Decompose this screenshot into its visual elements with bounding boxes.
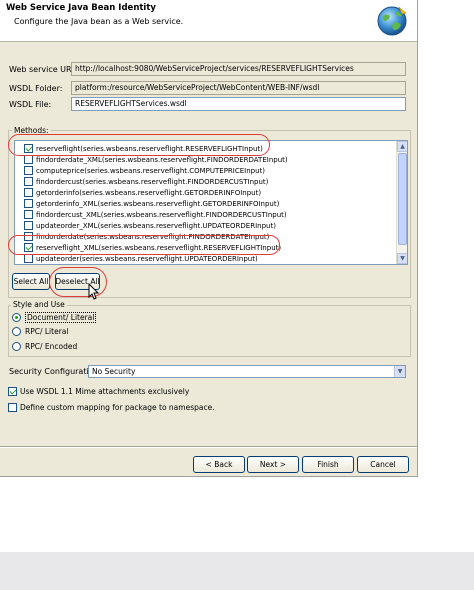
- method-label: getorderinfo_XML(series.wsbeans.reservef…: [36, 199, 280, 208]
- security-configuration-label: Security Configuration: [9, 367, 99, 376]
- scroll-down-icon[interactable]: ▼: [397, 253, 407, 264]
- list-item[interactable]: updateorder_XML(series.wsbeans.reservefl…: [24, 220, 276, 231]
- checkbox-icon[interactable]: [24, 144, 33, 153]
- checkbox-icon[interactable]: [24, 166, 33, 175]
- next-button[interactable]: Next >: [247, 456, 299, 473]
- scroll-thumb[interactable]: [398, 153, 407, 245]
- list-item[interactable]: updateorder(series.wsbeans.reserveflight…: [24, 253, 258, 264]
- button-separator: [0, 446, 417, 448]
- style-and-use-label: Style and Use: [11, 300, 67, 309]
- method-label: updateorder(series.wsbeans.reserveflight…: [36, 254, 258, 263]
- wsdl-file-input[interactable]: RESERVEFLIGHTServices.wsdl: [71, 97, 406, 111]
- methods-label: Methods:: [12, 126, 51, 135]
- methods-scrollbar[interactable]: ▲ ▼: [396, 141, 407, 264]
- cancel-button[interactable]: Cancel: [357, 456, 409, 473]
- method-label: findordercust(series.wsbeans.reserveflig…: [36, 177, 269, 186]
- custom-mapping-label: Define custom mapping for package to nam…: [20, 403, 215, 412]
- list-item[interactable]: findorderdate_XML(series.wsbeans.reserve…: [24, 154, 288, 165]
- methods-list[interactable]: reserveflight(series.wsbeans.reserveflig…: [14, 140, 408, 265]
- radio-document-literal[interactable]: Document/ Literal: [12, 312, 97, 323]
- checkbox-icon[interactable]: [24, 243, 33, 252]
- wsdl-file-label: WSDL File:: [9, 100, 52, 109]
- web-service-uri-field: http://localhost:9080/WebServiceProject/…: [71, 62, 406, 76]
- checkbox-icon[interactable]: [24, 210, 33, 219]
- method-label: reserveflight_XML(series.wsbeans.reserve…: [36, 243, 282, 252]
- list-item[interactable]: computeprice(series.wsbeans.reservefligh…: [24, 165, 265, 176]
- checkbox-icon[interactable]: [24, 188, 33, 197]
- web-service-globe-icon: [377, 6, 407, 36]
- list-item[interactable]: reserveflight_XML(series.wsbeans.reserve…: [24, 242, 281, 253]
- checkbox-icon[interactable]: [24, 199, 33, 208]
- radio-button-icon: [12, 327, 21, 336]
- list-item[interactable]: findordercust(series.wsbeans.reserveflig…: [24, 176, 268, 187]
- list-item[interactable]: findordercust_XML(series.wsbeans.reserve…: [24, 209, 287, 220]
- list-item[interactable]: findorderdate(series.wsbeans.reserveflig…: [24, 231, 269, 242]
- select-all-button[interactable]: Select All: [12, 273, 50, 290]
- radio-rpc-encoded[interactable]: RPC/ Encoded: [12, 341, 77, 352]
- wizard-dialog: Web Service Java Bean Identity Configure…: [0, 0, 418, 477]
- footer-bar: [0, 552, 474, 590]
- checkbox-icon: [8, 387, 17, 396]
- dialog-header: Web Service Java Bean Identity Configure…: [0, 0, 417, 42]
- method-label: findordercust_XML(series.wsbeans.reserve…: [36, 210, 287, 219]
- wsdl-folder-label: WSDL Folder:: [9, 84, 63, 93]
- mime-attachments-label: Use WSDL 1.1 Mime attachments exclusivel…: [20, 387, 190, 396]
- scroll-up-icon[interactable]: ▲: [397, 141, 407, 152]
- checkbox-icon[interactable]: [24, 254, 33, 263]
- security-configuration-select[interactable]: No Security ▼: [88, 365, 406, 378]
- back-button[interactable]: < Back: [193, 456, 245, 473]
- chevron-down-icon[interactable]: ▼: [394, 366, 405, 377]
- list-item[interactable]: getorderinfo(series.wsbeans.reservefligh…: [24, 187, 261, 198]
- method-label: reserveflight(series.wsbeans.reserveflig…: [36, 144, 263, 153]
- method-label: findorderdate_XML(series.wsbeans.reserve…: [36, 155, 288, 164]
- radio-label: Document/ Literal: [25, 312, 97, 323]
- mime-attachments-checkbox[interactable]: Use WSDL 1.1 Mime attachments exclusivel…: [8, 386, 189, 397]
- radio-rpc-literal[interactable]: RPC/ Literal: [12, 326, 68, 337]
- list-item[interactable]: reserveflight(series.wsbeans.reserveflig…: [24, 143, 263, 154]
- custom-mapping-checkbox[interactable]: Define custom mapping for package to nam…: [8, 402, 215, 413]
- method-label: computeprice(series.wsbeans.reservefligh…: [36, 166, 266, 175]
- web-service-uri-label: Web service URI:: [9, 65, 77, 74]
- method-label: getorderinfo(series.wsbeans.reservefligh…: [36, 188, 262, 197]
- checkbox-icon: [8, 403, 17, 412]
- checkbox-icon[interactable]: [24, 232, 33, 241]
- checkbox-icon[interactable]: [24, 177, 33, 186]
- radio-label: RPC/ Literal: [25, 327, 69, 336]
- checkbox-icon[interactable]: [24, 155, 33, 164]
- wsdl-folder-field: platform:/resource/WebServiceProject/Web…: [71, 81, 406, 95]
- finish-button[interactable]: Finish: [302, 456, 354, 473]
- dialog-title: Web Service Java Bean Identity: [6, 3, 156, 13]
- list-item[interactable]: getorderinfo_XML(series.wsbeans.reservef…: [24, 198, 279, 209]
- method-label: updateorder_XML(series.wsbeans.reservefl…: [36, 221, 276, 230]
- dialog-description: Configure the Java bean as a Web service…: [14, 17, 184, 26]
- method-label: findorderdate(series.wsbeans.reserveflig…: [36, 232, 270, 241]
- security-selected-value: No Security: [92, 367, 136, 376]
- mouse-pointer-icon: [88, 283, 100, 300]
- radio-button-icon: [12, 342, 21, 351]
- radio-button-icon: [12, 313, 21, 322]
- radio-label: RPC/ Encoded: [25, 342, 78, 351]
- checkbox-icon[interactable]: [24, 221, 33, 230]
